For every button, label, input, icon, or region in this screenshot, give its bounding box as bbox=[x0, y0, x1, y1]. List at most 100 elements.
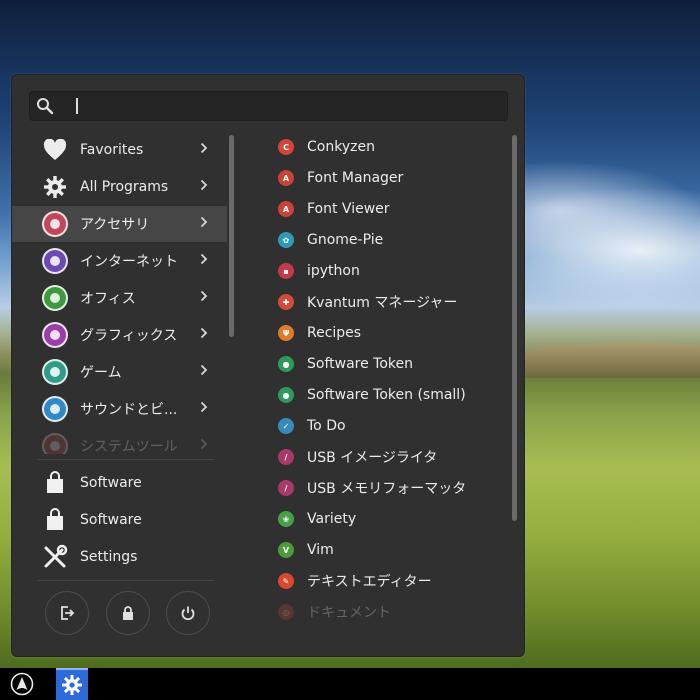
chevron-right-icon bbox=[200, 438, 208, 454]
category-label: アクセサリ bbox=[80, 217, 150, 233]
app-item[interactable]: ▪ ipython bbox=[272, 256, 512, 286]
category-label: サウンドとビ... bbox=[80, 402, 178, 418]
font-viewer-icon: A bbox=[278, 201, 294, 217]
app-item[interactable]: V Vim bbox=[272, 535, 512, 565]
app-label: USB イメージライタ bbox=[307, 450, 438, 466]
chevron-right-icon bbox=[200, 364, 208, 380]
divider bbox=[38, 459, 214, 460]
app-item[interactable]: ✓ To Do bbox=[272, 411, 512, 441]
logout-button[interactable] bbox=[45, 591, 89, 635]
wallpaper-cliff bbox=[520, 342, 700, 378]
power-icon bbox=[181, 606, 195, 621]
app-item[interactable]: ◎ ドキュメント bbox=[272, 597, 512, 627]
app-item[interactable]: A Font Viewer bbox=[272, 194, 512, 224]
arch-logo-icon bbox=[10, 672, 34, 696]
favorite-settings[interactable]: Settings bbox=[12, 539, 227, 575]
category-list: Favorites All Programs アクセサリインターネットオフィスグラフ… bbox=[12, 132, 227, 454]
application-menu: Favorites All Programs アクセサリインターネットオフィスグラフ… bbox=[11, 74, 525, 657]
category-label: Favorites bbox=[80, 142, 144, 158]
app-label: Font Manager bbox=[307, 170, 404, 186]
software-token-icon: ● bbox=[278, 356, 294, 372]
app-item[interactable]: ✎ テキストエディター bbox=[272, 566, 512, 596]
category-item[interactable]: Favorites bbox=[12, 132, 227, 168]
heart-icon bbox=[42, 137, 68, 163]
app-label: Software Token bbox=[307, 356, 413, 372]
internet-icon bbox=[42, 248, 68, 274]
kvantum-icon: ✚ bbox=[278, 294, 294, 310]
variety-icon: ❀ bbox=[278, 511, 294, 527]
chevron-right-icon bbox=[200, 216, 208, 232]
chevron-right-icon bbox=[200, 290, 208, 306]
app-label: ドキュメント bbox=[307, 605, 391, 621]
logout-icon bbox=[61, 606, 75, 620]
text-editor-icon: ✎ bbox=[278, 573, 294, 589]
taskbar bbox=[0, 668, 700, 700]
category-scrollbar[interactable] bbox=[229, 135, 234, 337]
chevron-right-icon bbox=[200, 179, 208, 195]
category-item[interactable]: All Programs bbox=[12, 169, 227, 205]
app-label: Font Viewer bbox=[307, 201, 390, 217]
lock-button[interactable] bbox=[106, 591, 150, 635]
accessories-icon bbox=[42, 211, 68, 237]
software-bag-icon bbox=[42, 507, 68, 533]
app-item[interactable]: ❀ Variety bbox=[272, 504, 512, 534]
taskbar-settings-button[interactable] bbox=[56, 668, 88, 700]
category-item[interactable]: インターネット bbox=[12, 243, 227, 279]
app-label: To Do bbox=[307, 418, 346, 434]
gnome-pie-icon: ✿ bbox=[278, 232, 294, 248]
software-token-small-icon: ● bbox=[278, 387, 294, 403]
app-item[interactable]: / USB メモリフォーマッタ bbox=[272, 473, 512, 503]
category-label: システムツール bbox=[80, 439, 178, 454]
taskbar-menu-button[interactable] bbox=[6, 668, 38, 700]
category-item[interactable]: ゲーム bbox=[12, 354, 227, 390]
power-button[interactable] bbox=[166, 591, 210, 635]
usb-formatter-icon: / bbox=[278, 480, 294, 496]
app-label: Kvantum マネージャー bbox=[307, 295, 458, 311]
app-item[interactable]: C Conkyzen bbox=[272, 132, 512, 162]
graphics-icon bbox=[42, 322, 68, 348]
search-field[interactable] bbox=[29, 91, 508, 121]
games-icon bbox=[42, 359, 68, 385]
software-bag-icon bbox=[42, 470, 68, 496]
app-item[interactable]: ● Software Token (small) bbox=[272, 380, 512, 410]
category-label: All Programs bbox=[80, 179, 169, 195]
category-label: オフィス bbox=[80, 291, 136, 307]
document-icon: ◎ bbox=[278, 604, 294, 620]
app-item[interactable]: Ψ Recipes bbox=[272, 318, 512, 348]
chevron-right-icon bbox=[200, 327, 208, 343]
multimedia-icon bbox=[42, 396, 68, 422]
favorite-software-2[interactable]: Software bbox=[12, 502, 227, 538]
app-item[interactable]: A Font Manager bbox=[272, 163, 512, 193]
app-item[interactable]: ✿ Gnome-Pie bbox=[272, 225, 512, 255]
favorite-label: Software bbox=[80, 475, 142, 491]
category-item[interactable]: システムツール bbox=[12, 428, 227, 454]
office-icon bbox=[42, 285, 68, 311]
category-item[interactable]: グラフィックス bbox=[12, 317, 227, 353]
app-label: Vim bbox=[307, 542, 334, 558]
app-item[interactable]: ✚ Kvantum マネージャー bbox=[272, 287, 512, 317]
category-item[interactable]: サウンドとビ... bbox=[12, 391, 227, 427]
category-item[interactable]: オフィス bbox=[12, 280, 227, 316]
app-label: Variety bbox=[307, 511, 357, 527]
application-scrollbar[interactable] bbox=[512, 135, 517, 521]
app-label: Gnome-Pie bbox=[307, 232, 384, 248]
search-icon bbox=[37, 98, 54, 115]
chevron-right-icon bbox=[200, 253, 208, 269]
ipython-icon: ▪ bbox=[278, 263, 294, 279]
gear-icon bbox=[42, 174, 68, 200]
todo-icon: ✓ bbox=[278, 418, 294, 434]
favorite-software-1[interactable]: Software bbox=[12, 465, 227, 501]
app-label: Recipes bbox=[307, 325, 362, 341]
category-label: ゲーム bbox=[80, 365, 122, 381]
settings-tools-icon bbox=[42, 544, 68, 570]
app-item[interactable]: / USB イメージライタ bbox=[272, 442, 512, 472]
recipes-icon: Ψ bbox=[278, 325, 294, 341]
search-cursor bbox=[76, 98, 78, 114]
app-item[interactable]: ● Software Token bbox=[272, 349, 512, 379]
app-label: Software Token (small) bbox=[307, 387, 466, 403]
favorite-label: Settings bbox=[80, 549, 138, 565]
app-label: ipython bbox=[307, 263, 360, 279]
chevron-right-icon bbox=[200, 401, 208, 417]
app-label: テキストエディター bbox=[307, 574, 432, 590]
category-item[interactable]: アクセサリ bbox=[12, 206, 227, 242]
